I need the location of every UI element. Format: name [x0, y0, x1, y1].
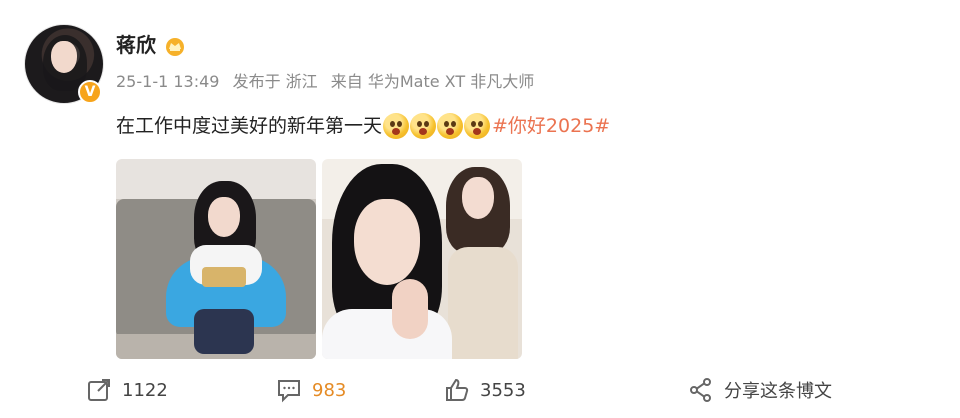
- photo-selfie[interactable]: [322, 159, 522, 359]
- share-icon: [690, 378, 711, 402]
- post-date[interactable]: 25-1-1 13:49: [116, 72, 219, 91]
- comment-icon: [278, 380, 300, 403]
- like-count: 3553: [480, 379, 526, 401]
- like-button[interactable]: 3553: [444, 376, 526, 404]
- post-text: 在工作中度过美好的新年第一天: [116, 115, 383, 137]
- post-location: 发布于 浙江: [232, 72, 318, 91]
- repost-button[interactable]: 1122: [86, 376, 168, 404]
- action-bar: 1122 983 3553 分享这条博文: [0, 370, 960, 410]
- share-label: 分享这条博文: [724, 381, 832, 402]
- post-source: 来自 华为Mate XT 非凡大师: [330, 72, 535, 91]
- avatar-face: [51, 41, 77, 73]
- post-content: 在工作中度过美好的新年第一天 #你好2025#: [116, 112, 610, 140]
- surprised-emoji-icon: [437, 113, 464, 139]
- surprised-emoji-icon: [410, 113, 437, 139]
- surprised-emoji-icon: [464, 113, 491, 139]
- repost-count: 1122: [122, 379, 168, 401]
- post-meta: 25-1-1 13:49 发布于 浙江 来自 华为Mate XT 非凡大师: [116, 72, 542, 92]
- repost-icon: [88, 379, 110, 401]
- share-button[interactable]: 分享这条博文: [688, 376, 832, 404]
- verified-badge-icon: V: [78, 80, 102, 104]
- comment-count: 983: [312, 379, 347, 401]
- crown-icon: [166, 38, 184, 56]
- hashtag-link[interactable]: #你好2025#: [492, 112, 610, 140]
- author-name[interactable]: 蒋欣: [116, 32, 156, 58]
- surprised-emoji-icon: [383, 113, 410, 139]
- thumbs-up-icon: [446, 378, 469, 401]
- photo-eating[interactable]: [116, 159, 316, 359]
- comment-button[interactable]: 983: [276, 376, 346, 404]
